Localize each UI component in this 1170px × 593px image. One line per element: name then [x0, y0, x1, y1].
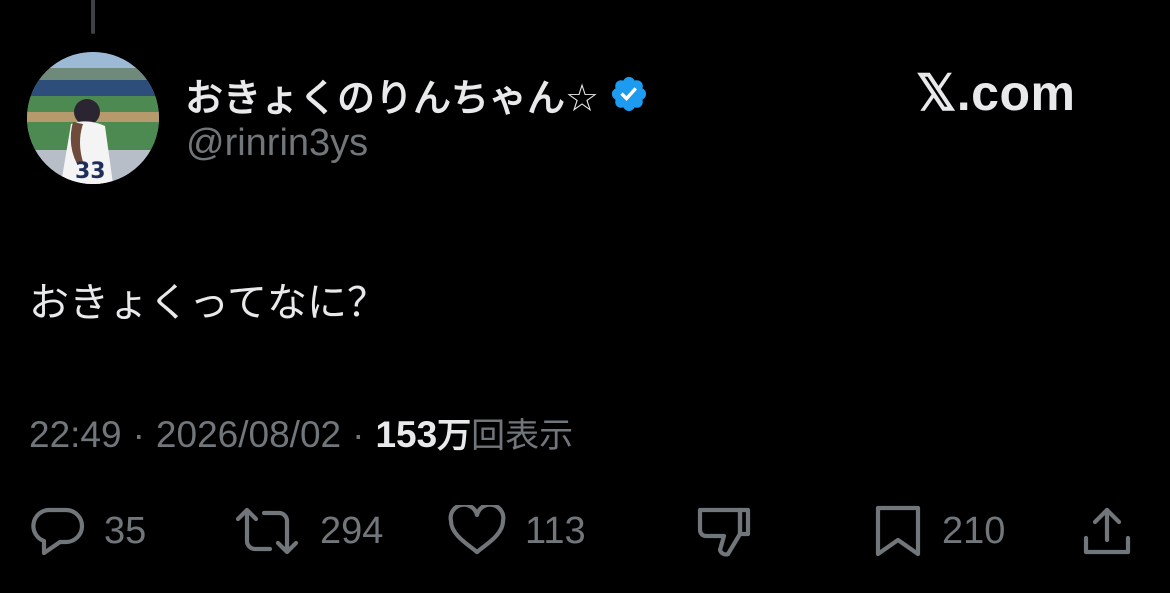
- author-handle[interactable]: @rinrin3ys: [186, 122, 368, 165]
- reply-count: 35: [104, 509, 147, 552]
- tweet-text: おきょくってなに？: [29, 280, 387, 326]
- like-count: 113: [525, 509, 586, 552]
- bookmark-button[interactable]: 210: [872, 504, 1005, 558]
- views-label: 回表示: [471, 416, 574, 456]
- thumbs-down-icon: [697, 507, 751, 557]
- retweet-icon: [235, 507, 299, 555]
- share-button[interactable]: [1080, 504, 1134, 558]
- like-button[interactable]: 113: [447, 504, 586, 558]
- tweet-time[interactable]: 22:49: [29, 414, 122, 456]
- views-count: 153: [375, 414, 438, 455]
- tweet-meta: 22:49 · 2026/08/02 · 153 万 回表示: [29, 408, 573, 457]
- tweet-date[interactable]: 2026/08/02: [156, 414, 341, 456]
- retweet-count: 294: [320, 509, 384, 552]
- bookmark-count: 210: [942, 509, 1006, 552]
- meta-separator: ·: [352, 414, 365, 455]
- avatar[interactable]: 33: [27, 52, 159, 184]
- reply-button[interactable]: 35: [28, 504, 146, 558]
- avatar-jersey-number: 33: [75, 159, 106, 184]
- x-com-logo: 𝕏.com: [916, 65, 1076, 121]
- bookmark-icon: [875, 505, 921, 557]
- avatar-photo: 33: [27, 52, 159, 184]
- downvote-button[interactable]: [696, 504, 752, 558]
- display-name[interactable]: おきょくのりんちゃん☆: [185, 67, 599, 122]
- reply-icon: [31, 507, 85, 556]
- retweet-button[interactable]: 294: [232, 504, 383, 558]
- views-unit: 万: [437, 416, 472, 456]
- author-name-row[interactable]: おきょくのりんちゃん☆: [185, 66, 649, 122]
- share-icon: [1083, 507, 1131, 555]
- thread-connector-line: [91, 0, 95, 34]
- verified-badge-icon: [611, 76, 647, 112]
- meta-separator: ·: [132, 414, 145, 455]
- heart-icon: [448, 505, 506, 555]
